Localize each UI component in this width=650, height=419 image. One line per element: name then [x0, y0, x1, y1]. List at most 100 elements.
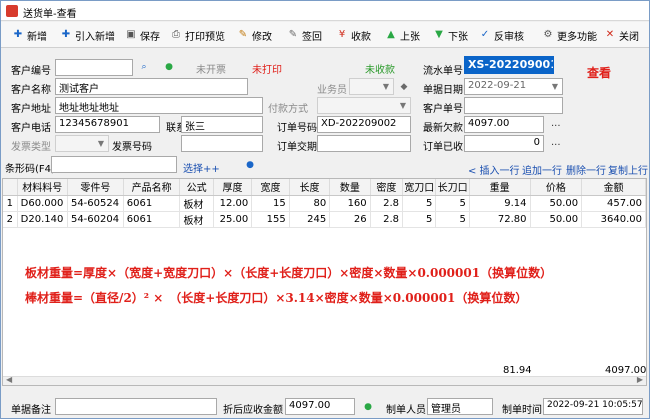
column-header[interactable]: 公式	[179, 179, 214, 196]
order-no-input[interactable]: XD-202209002	[317, 116, 411, 133]
unreview-icon: ✓	[480, 29, 490, 40]
cust-doc-input[interactable]	[464, 97, 563, 114]
customer-addr-input[interactable]: 地址地址地址	[55, 97, 263, 114]
table-row[interactable]: 2 D20.140 54-60204 6061 板材 25.00 155 245 26 2.8 5 5…	[3, 211, 646, 228]
sign-back-button-label: 签回	[302, 31, 322, 43]
table-row[interactable]: 1 D60.000 54-60524 6061 板材 12.00 15 80 160 2.8 5 5 9…	[3, 195, 646, 212]
table-cell[interactable]: 3640.00	[581, 211, 646, 228]
eraser-icon[interactable]: ◆	[398, 81, 410, 93]
column-header[interactable]: 宽刀口	[402, 179, 437, 196]
table-cell[interactable]: 25.00	[213, 211, 253, 228]
globe-icon[interactable]: ●	[244, 159, 256, 171]
receivable-input[interactable]: 4097.00	[285, 398, 355, 415]
table-cell[interactable]: 50.00	[530, 211, 583, 228]
customer-name-input[interactable]: 测试客户	[55, 78, 248, 95]
latest-debt-input[interactable]: 4097.00	[464, 116, 544, 133]
close-button[interactable]: ✕ 关闭	[604, 26, 639, 44]
print-preview-button[interactable]: ⎙ 打印预览	[170, 26, 225, 44]
column-header[interactable]: 密度	[370, 179, 404, 196]
column-header[interactable]: 数量	[329, 179, 371, 196]
column-header[interactable]: 重量	[469, 179, 531, 196]
table-cell[interactable]: 2.8	[370, 211, 404, 228]
received-more-icon[interactable]: ...	[551, 137, 561, 148]
order-received-input[interactable]: 0	[464, 135, 544, 152]
more-button[interactable]: ⚙ 更多功能	[542, 26, 597, 44]
refresh-icon[interactable]: ●	[163, 61, 175, 73]
table-cell[interactable]: 245	[289, 211, 331, 228]
table-cell[interactable]: 5	[435, 211, 470, 228]
column-header[interactable]: 材料料号	[17, 179, 68, 196]
unreview-button[interactable]: ✓ 反审核	[479, 26, 524, 44]
column-header[interactable]: 产品名称	[123, 179, 181, 196]
row-index: 1	[3, 195, 18, 212]
table-cell[interactable]: D60.000	[17, 195, 68, 212]
column-header[interactable]: 价格	[530, 179, 583, 196]
bar-weight-formula: 棒材重量=（直径/2）² × （长度+长度刀口）×3.14×密度×数量×0.00…	[25, 291, 528, 305]
debt-more-icon[interactable]: ...	[551, 118, 561, 129]
remark-input[interactable]	[55, 398, 217, 415]
barcode-input[interactable]	[51, 156, 177, 173]
table-cell[interactable]: D20.140	[17, 211, 68, 228]
table-cell[interactable]: 160	[329, 195, 371, 212]
collect-button[interactable]: ¥ 收款	[336, 26, 371, 44]
maker-input[interactable]: 管理员	[427, 398, 493, 415]
append-row-link[interactable]: 追加一行	[522, 162, 562, 177]
sign-back-button[interactable]: ✎ 签回	[287, 26, 322, 44]
table-cell[interactable]: 80	[289, 195, 331, 212]
table-cell[interactable]: 457.00	[581, 195, 646, 212]
table-cell[interactable]: 板材	[179, 195, 214, 212]
table-cell[interactable]: 15	[251, 195, 290, 212]
table-cell[interactable]: 155	[251, 211, 290, 228]
contact-input[interactable]: 张三	[181, 116, 263, 133]
table-cell[interactable]: 5	[435, 195, 470, 212]
column-header[interactable]: 金额	[581, 179, 646, 196]
next-button[interactable]: ▼ 下张	[433, 26, 468, 44]
table-cell[interactable]: 5	[402, 211, 437, 228]
scroll-right-icon[interactable]: ▶	[637, 375, 643, 384]
column-header[interactable]: 零件号	[67, 179, 124, 196]
invoice-type-combo[interactable]: ▼	[55, 135, 109, 152]
date-dropdown-icon[interactable]: ▼	[549, 80, 561, 93]
invoice-no-input[interactable]	[181, 135, 263, 152]
column-header[interactable]: 长刀口	[435, 179, 470, 196]
order-date-input[interactable]	[317, 135, 411, 152]
insert-row-link[interactable]: < 插入一行	[468, 162, 520, 177]
prev-button[interactable]: ▲ 上张	[385, 26, 420, 44]
salesman-combo[interactable]: ▼	[349, 78, 394, 95]
table-cell[interactable]: 54-60524	[67, 195, 124, 212]
table-cell[interactable]: 5	[402, 195, 437, 212]
table-cell[interactable]: 9.14	[469, 195, 531, 212]
table-cell[interactable]: 26	[329, 211, 371, 228]
table-cell[interactable]: 6061	[123, 195, 181, 212]
save-button[interactable]: ▣ 保存	[125, 26, 160, 44]
column-header[interactable]: 厚度	[213, 179, 253, 196]
table-cell[interactable]: 54-60204	[67, 211, 124, 228]
maker-label: 制单人员	[386, 405, 426, 416]
delete-row-link[interactable]: 删除一行	[566, 162, 606, 177]
import-new-button[interactable]: ✚ 引入新增	[60, 26, 115, 44]
column-header[interactable]: 宽度	[251, 179, 290, 196]
edit-button[interactable]: ✎ 修改	[237, 26, 272, 44]
horizontal-scrollbar[interactable]: ◀ ▶	[3, 375, 646, 385]
table-cell[interactable]: 50.00	[530, 195, 583, 212]
payment-combo[interactable]: ▼	[317, 97, 411, 114]
select-plus-link[interactable]: 选择++	[183, 160, 220, 175]
lookup-icon[interactable]: ⌕	[138, 61, 150, 73]
customer-phone-input[interactable]: 12345678901	[55, 116, 160, 133]
serial-input[interactable]: XS-202209001	[464, 56, 554, 74]
copy-row-link[interactable]: 复制上行	[608, 162, 648, 177]
table-cell[interactable]: 12.00	[213, 195, 253, 212]
table-cell[interactable]: 6061	[123, 211, 181, 228]
receivable-label: 折后应收金额	[223, 405, 283, 416]
table-cell[interactable]: 72.80	[469, 211, 531, 228]
scroll-left-icon[interactable]: ◀	[6, 375, 12, 384]
close-icon: ✕	[605, 29, 615, 40]
table-cell[interactable]: 2.8	[370, 195, 404, 212]
new-button[interactable]: ✚ 新增	[12, 26, 47, 44]
column-header[interactable]: 长度	[289, 179, 331, 196]
close-button-label: 关闭	[619, 31, 639, 43]
make-time-input[interactable]: 2022-09-21 10:05:57	[543, 398, 643, 415]
customer-no-input[interactable]	[55, 59, 133, 76]
table-cell[interactable]: 板材	[179, 211, 214, 228]
detail-grid[interactable]: 材料料号 零件号 产品名称 公式 厚度 宽度 长度 数量 密度 宽刀口 长刀口 重量 价格 金额 1 D60…	[2, 178, 647, 386]
